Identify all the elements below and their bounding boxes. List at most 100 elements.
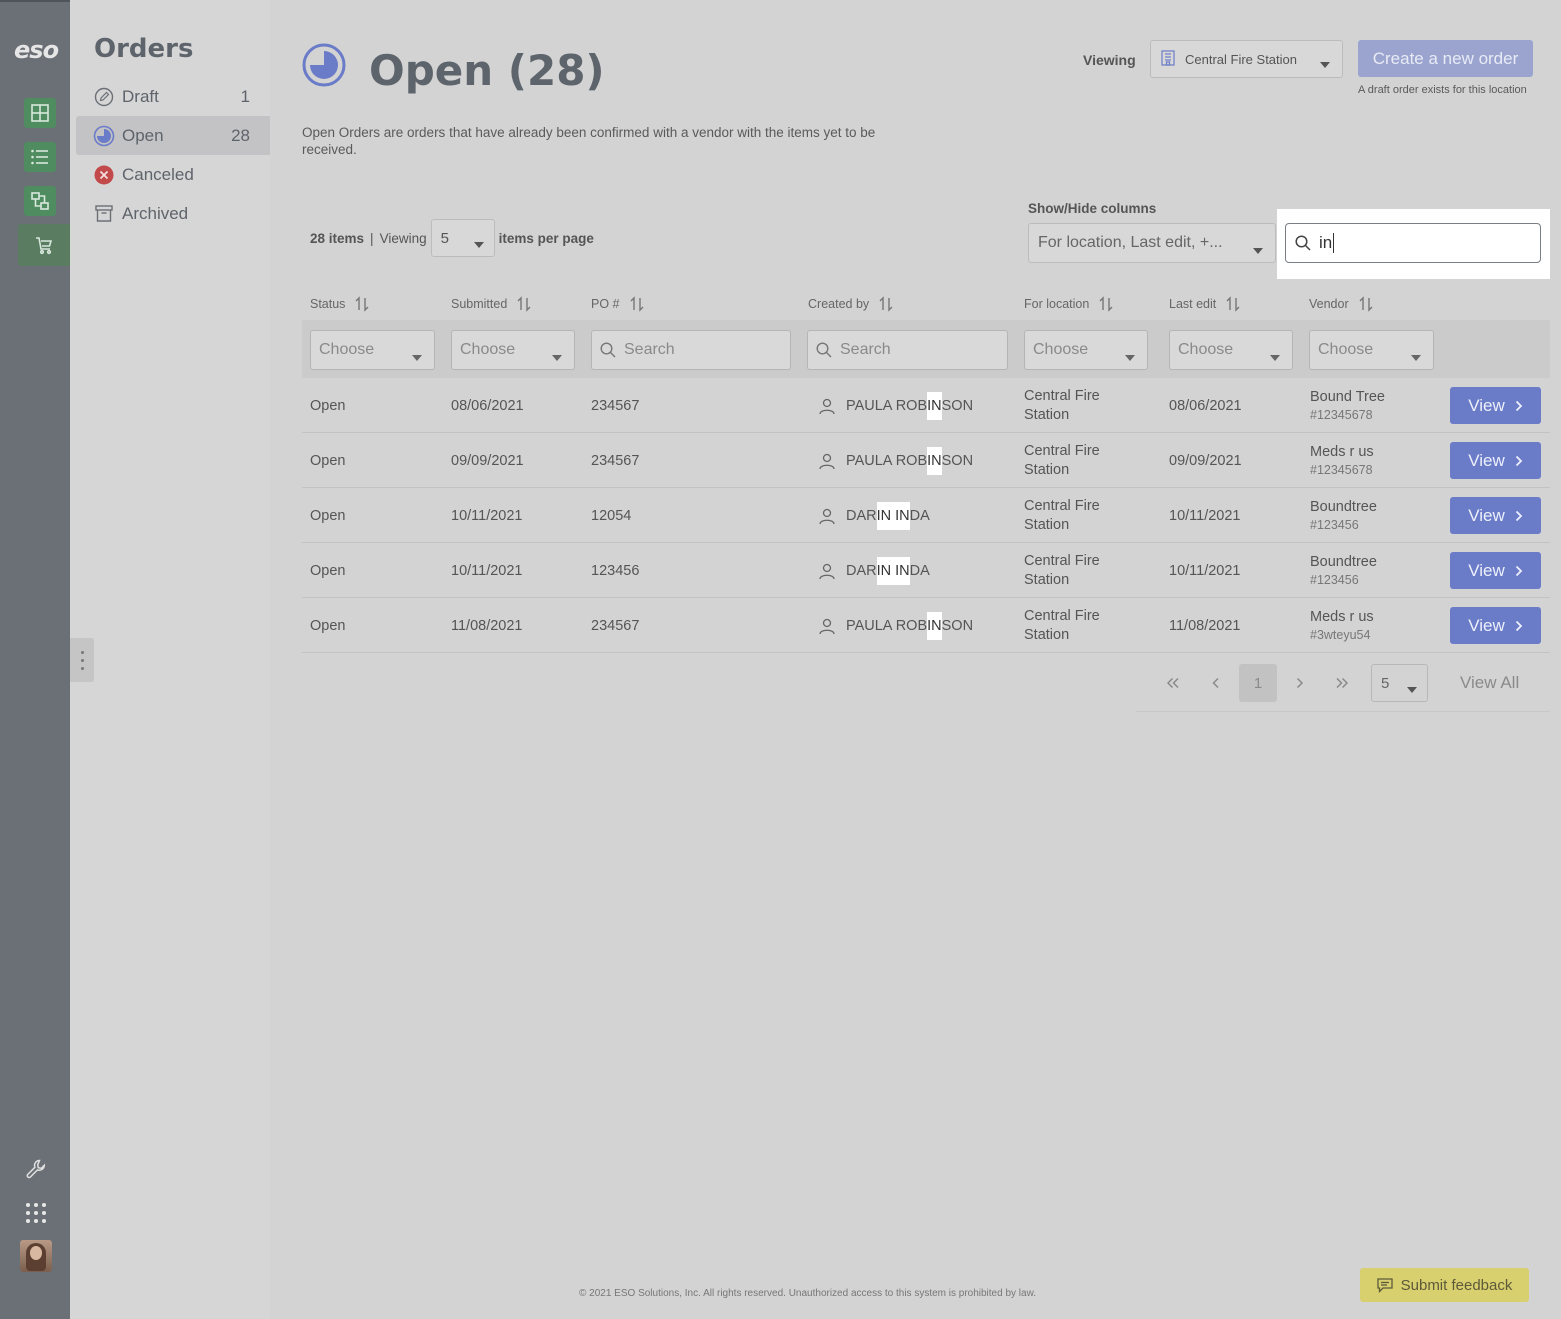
subnav-item-count: 1 xyxy=(240,86,250,106)
name-part: PAULA ROB xyxy=(846,452,928,469)
create-order-button[interactable]: Create a new order xyxy=(1358,40,1533,77)
caret-down-icon xyxy=(1253,241,1263,259)
table-row: Open 10/11/2021 123456 DARIN INDA Centra… xyxy=(302,543,1550,598)
page-number-button[interactable]: 1 xyxy=(1239,664,1277,702)
subnav-item-archived[interactable]: Archived xyxy=(76,194,270,233)
location-line: Station xyxy=(1024,626,1070,643)
rail-item-inventory[interactable] xyxy=(22,96,58,130)
chevron-right-icon xyxy=(1515,510,1523,521)
cell-location: Central Fire Station xyxy=(1024,488,1100,543)
last-page-button[interactable] xyxy=(1323,664,1361,702)
view-order-button[interactable]: View xyxy=(1450,387,1541,424)
show-hide-columns-select[interactable]: For location, Last edit, +... xyxy=(1028,223,1276,263)
items-summary: 28 items | Viewing 5 items per page xyxy=(310,219,594,257)
search-match: IN xyxy=(927,446,942,475)
location-select[interactable]: Central Fire Station xyxy=(1150,40,1343,78)
subnav-resize-handle[interactable] xyxy=(70,638,94,682)
next-page-button[interactable] xyxy=(1281,664,1319,702)
subnav-item-label: Canceled xyxy=(122,164,194,184)
cell-created-by: PAULA ROBINSON xyxy=(808,378,973,433)
filter-placeholder: Choose xyxy=(1178,341,1234,358)
avatar-face xyxy=(30,1246,42,1260)
items-count: 28 items xyxy=(310,230,365,246)
cell-status: Open xyxy=(310,452,346,469)
name-part: PAULA ROB xyxy=(846,397,928,414)
rail-item-orders[interactable] xyxy=(18,224,70,266)
column-header-last-edit[interactable]: Last edit xyxy=(1169,296,1240,312)
location-line: Station xyxy=(1024,571,1070,588)
column-header-submitted[interactable]: Submitted xyxy=(451,296,531,312)
view-order-button[interactable]: View xyxy=(1450,552,1541,589)
column-header-vendor[interactable]: Vendor xyxy=(1309,296,1373,312)
column-label: Created by xyxy=(808,297,870,311)
column-header-location[interactable]: For location xyxy=(1024,296,1113,312)
prev-page-button[interactable] xyxy=(1197,664,1235,702)
po-search-input[interactable]: Search xyxy=(591,330,791,370)
flow-icon xyxy=(24,186,56,216)
chevron-right-icon xyxy=(1296,677,1304,689)
column-label: Status xyxy=(310,297,346,311)
location-line: Station xyxy=(1024,516,1070,533)
caret-down-icon xyxy=(1125,348,1135,366)
vendor-filter[interactable]: Choose xyxy=(1309,330,1434,370)
cell-status: Open xyxy=(310,562,346,579)
search-text: in xyxy=(1319,232,1333,252)
first-page-button[interactable] xyxy=(1154,664,1192,702)
location-line: Central Fire xyxy=(1024,552,1100,569)
column-header-status[interactable]: Status xyxy=(310,296,369,312)
name-part: SON xyxy=(941,397,974,414)
page-size-value: 5 xyxy=(1381,674,1390,692)
subnav-item-open[interactable]: Open 28 xyxy=(76,116,270,155)
user-name: PAULA ROBINSON xyxy=(846,611,973,640)
avatar[interactable] xyxy=(20,1240,52,1272)
cell-last-edit: 10/11/2021 xyxy=(1169,562,1241,579)
per-page-select[interactable]: 5 xyxy=(430,219,495,257)
location-filter[interactable]: Choose xyxy=(1024,330,1148,370)
status-filter[interactable]: Choose xyxy=(310,330,435,370)
eso-logo[interactable]: eso xyxy=(14,36,59,64)
cell-location: Central Fire Station xyxy=(1024,543,1100,598)
cell-last-edit: 11/08/2021 xyxy=(1169,617,1241,634)
filter-placeholder: Search xyxy=(840,341,891,358)
search-input[interactable]: in xyxy=(1285,223,1541,263)
cell-status: Open xyxy=(310,397,346,414)
column-header-created-by[interactable]: Created by xyxy=(808,296,893,312)
filter-placeholder: Choose xyxy=(319,341,375,358)
user-icon xyxy=(819,618,835,634)
cell-vendor: Meds r us #3wteyu54 xyxy=(1310,598,1374,653)
subnav-item-count: 28 xyxy=(231,125,250,145)
page-title: Open (28) xyxy=(369,46,605,95)
draft-note: A draft order exists for this location xyxy=(1358,84,1527,96)
cart-icon xyxy=(28,230,60,260)
column-header-po[interactable]: PO # xyxy=(591,296,644,312)
rail-item-lists[interactable] xyxy=(22,140,58,174)
created-by-search-input[interactable]: Search xyxy=(807,330,1008,370)
page-size-select[interactable]: 5 xyxy=(1371,664,1428,702)
caret-down-icon xyxy=(473,235,484,252)
caret-down-icon xyxy=(1270,348,1280,366)
view-all-link[interactable]: View All xyxy=(1460,664,1519,702)
show-hide-value: For location, Last edit, +... xyxy=(1038,234,1223,251)
location-line: Central Fire xyxy=(1024,442,1100,459)
divider: | xyxy=(370,230,374,246)
wrench-icon[interactable] xyxy=(22,1155,50,1183)
submitted-filter[interactable]: Choose xyxy=(451,330,575,370)
user-icon xyxy=(819,508,835,524)
search-icon xyxy=(1295,235,1311,251)
apps-grid-icon[interactable] xyxy=(22,1199,50,1227)
table-row: Open 10/11/2021 12054 DARIN INDA Central… xyxy=(302,488,1550,543)
rail-item-transfers[interactable] xyxy=(22,184,58,218)
vendor-name: Bound Tree xyxy=(1310,389,1385,405)
last-edit-filter[interactable]: Choose xyxy=(1169,330,1293,370)
view-order-button[interactable]: View xyxy=(1450,497,1541,534)
submit-feedback-button[interactable]: Submit feedback xyxy=(1360,1268,1529,1302)
subnav-item-canceled[interactable]: Canceled xyxy=(76,155,270,194)
sort-icon xyxy=(1099,296,1113,312)
view-order-button[interactable]: View xyxy=(1450,607,1541,644)
table-row: Open 09/09/2021 234567 PAULA ROBINSON Ce… xyxy=(302,433,1550,488)
cell-created-by: DARIN INDA xyxy=(808,543,930,598)
user-icon xyxy=(819,453,835,469)
caret-down-icon xyxy=(1411,348,1421,366)
subnav-item-draft[interactable]: Draft 1 xyxy=(76,77,270,116)
view-order-button[interactable]: View xyxy=(1450,442,1541,479)
